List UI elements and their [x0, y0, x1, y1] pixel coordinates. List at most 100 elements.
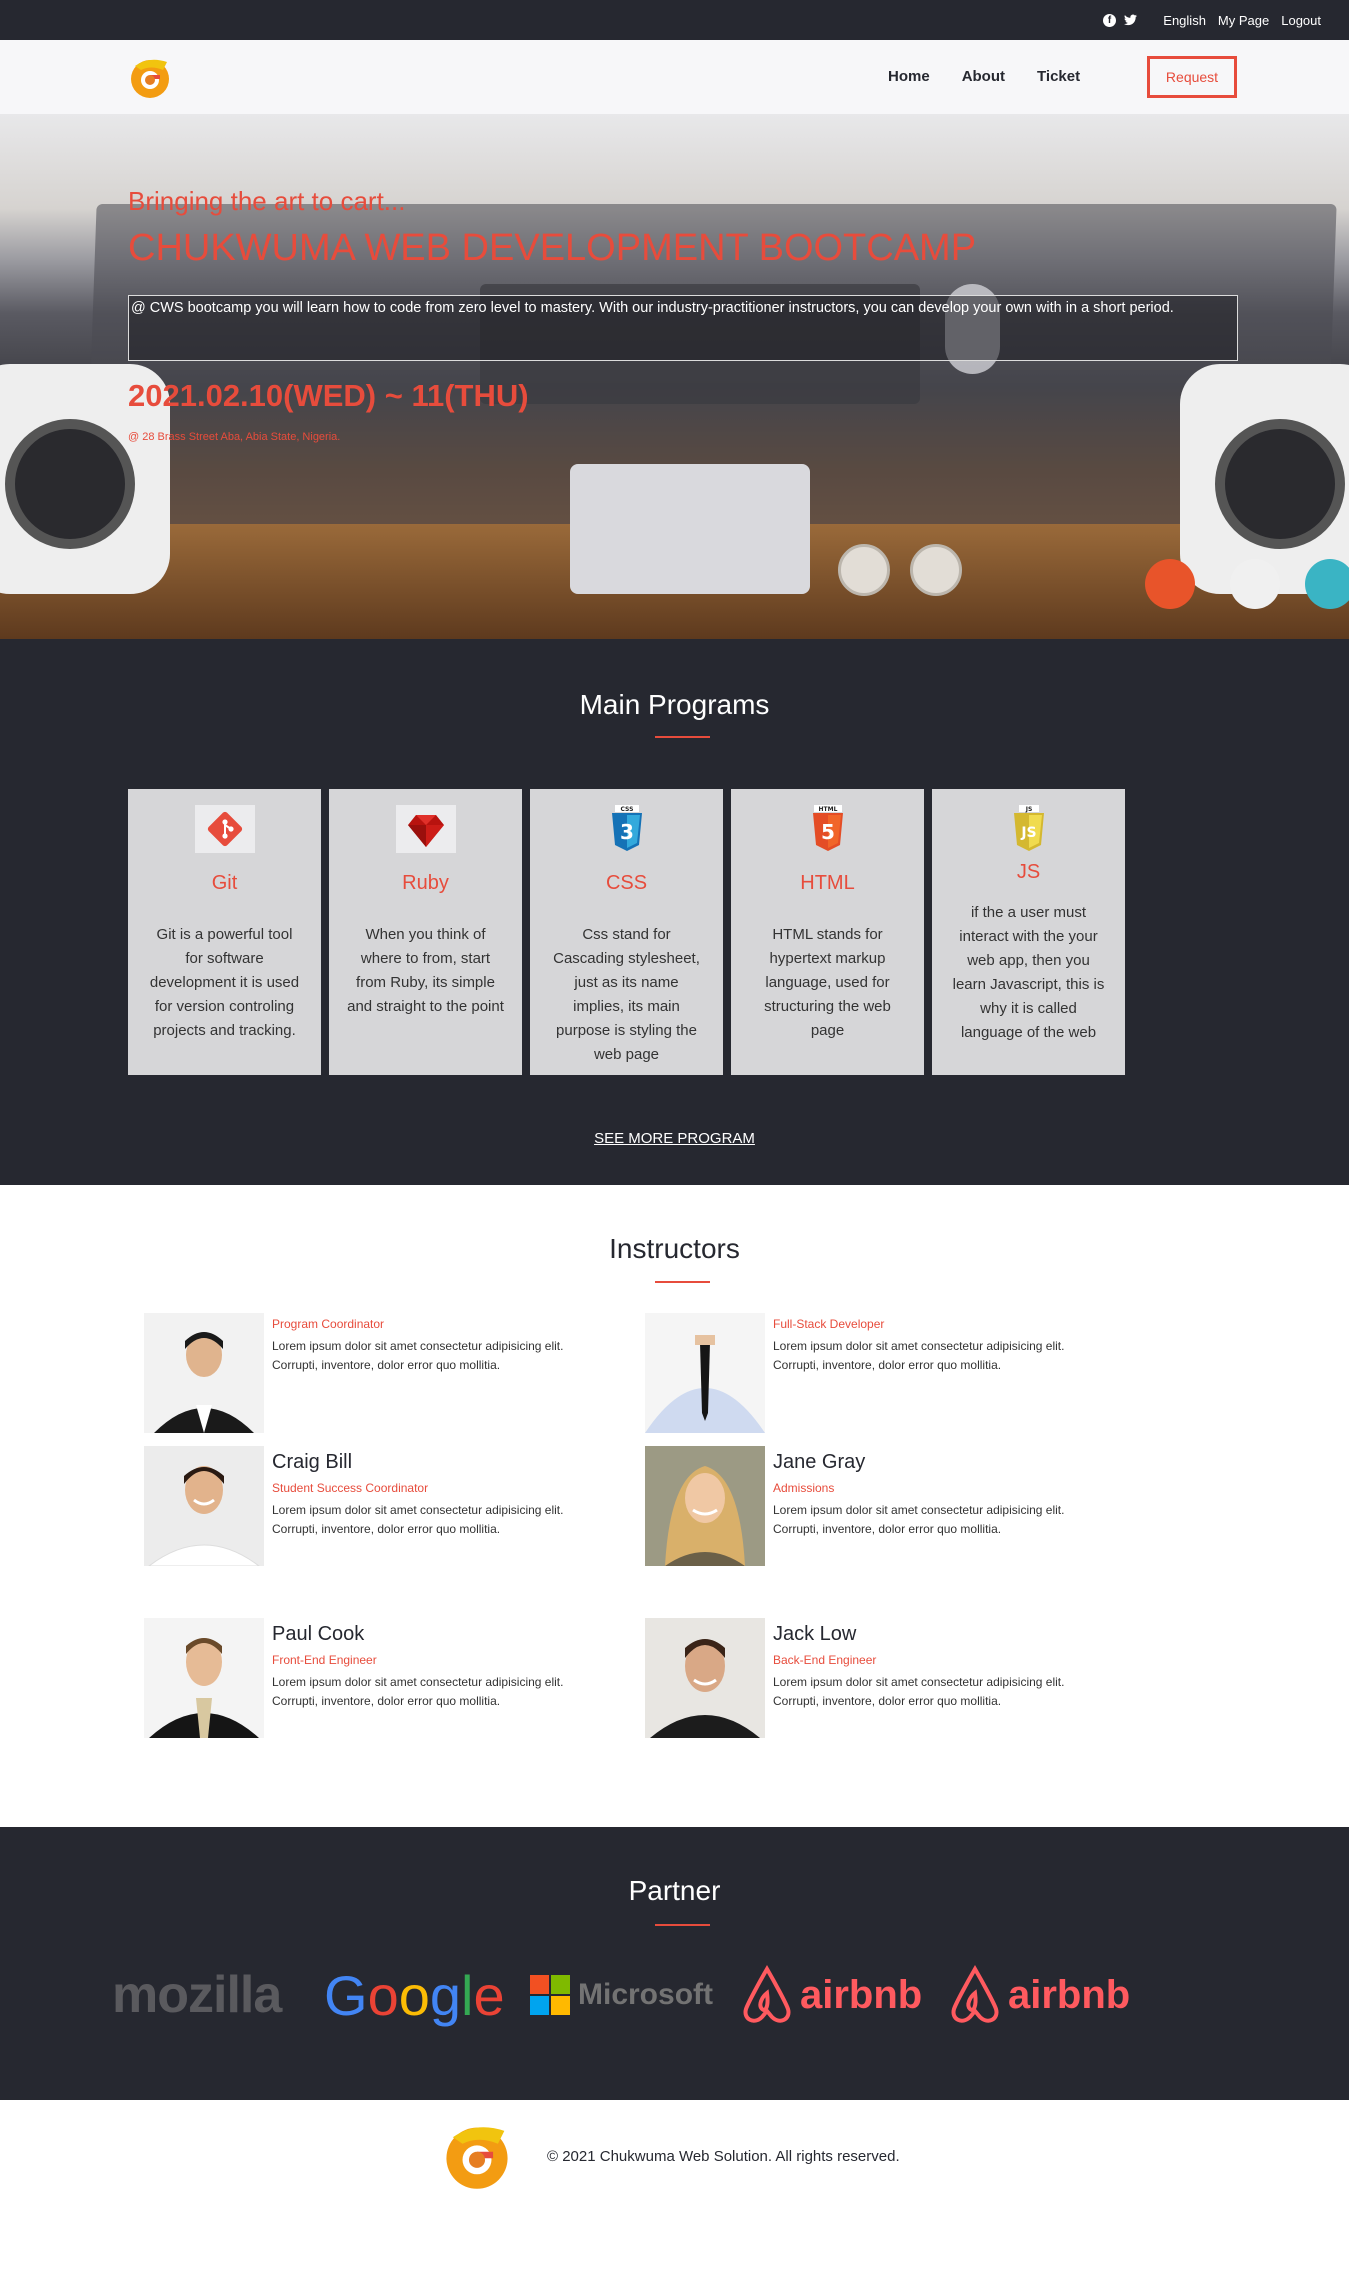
- instructor-role: Full-Stack Developer: [773, 1317, 885, 1331]
- svg-text:3: 3: [620, 820, 634, 844]
- copyright-text: © 2021 Chukwuma Web Solution. All rights…: [547, 2148, 900, 2165]
- instructor-card: Jack Low Back-End Engineer Lorem ipsum d…: [645, 1618, 1105, 1738]
- language-link[interactable]: English: [1163, 13, 1206, 28]
- instructor-name: Jane Gray: [773, 1451, 866, 1473]
- partner-section: Partner mozilla Google Microsoft airbnb …: [0, 1827, 1349, 2100]
- program-card-git[interactable]: Git Git is a powerful tool for software …: [128, 789, 321, 1075]
- program-description: HTML stands for hypertext markup languag…: [764, 926, 891, 1039]
- html-badge-text: HTML: [819, 806, 838, 813]
- see-more-program-link[interactable]: SEE MORE PROGRAM: [0, 1130, 1349, 1147]
- request-button[interactable]: Request: [1147, 56, 1237, 98]
- instructor-bio: Lorem ipsum dolor sit amet consectetur a…: [773, 1503, 1065, 1536]
- ruby-icon: [396, 805, 456, 853]
- js-badge-text: JS: [1025, 806, 1033, 813]
- instructor-role: Admissions: [773, 1481, 835, 1495]
- airbnb-icon: [951, 1965, 999, 2023]
- instructor-bio: Lorem ipsum dolor sit amet consectetur a…: [272, 1675, 564, 1708]
- partner-logos: mozilla Google Microsoft airbnb airbnb: [112, 1955, 1242, 2035]
- airbnb-logo: airbnb: [948, 1955, 1130, 2035]
- airbnb-icon: [743, 1965, 791, 2023]
- css-badge-text: CSS: [621, 806, 634, 813]
- instructor-name: Paul Cook: [272, 1623, 365, 1645]
- footer-logo[interactable]: [440, 2118, 514, 2192]
- program-name: Git: [211, 872, 238, 894]
- social-links: f: [1103, 14, 1137, 27]
- program-description: if the a user must interact with the you…: [952, 904, 1105, 1041]
- instructor-photo: [144, 1446, 264, 1566]
- program-card-ruby[interactable]: Ruby When you think of where to from, st…: [329, 789, 522, 1075]
- program-name: JS: [1016, 861, 1041, 883]
- nav-about[interactable]: About: [962, 68, 1005, 85]
- logout-link[interactable]: Logout: [1281, 13, 1321, 28]
- svg-text:JS: JS: [1020, 825, 1036, 841]
- hero-title: CHUKWUMA WEB DEVELOPMENT BOOTCAMP: [128, 227, 977, 269]
- instructor-card: Jane Gray Admissions Lorem ipsum dolor s…: [645, 1446, 1105, 1566]
- css3-icon: CSS 3: [597, 805, 657, 853]
- site-logo[interactable]: [127, 54, 173, 100]
- instructor-card: Paul Cook Front-End Engineer Lorem ipsum…: [144, 1618, 604, 1738]
- facebook-icon[interactable]: f: [1103, 14, 1116, 27]
- partner-title: Partner: [628, 1875, 721, 1906]
- airbnb-wordmark: airbnb: [800, 1972, 923, 2017]
- program-card-css[interactable]: CSS 3 CSS Css stand for Cascading stylesh…: [530, 789, 723, 1075]
- main-nav: Home About Ticket Request: [0, 40, 1349, 114]
- program-description: When you think of where to from, start f…: [347, 926, 504, 1015]
- instructor-role: Back-End Engineer: [773, 1653, 877, 1667]
- programs-title: Main Programs: [579, 689, 770, 720]
- program-name: Ruby: [402, 872, 449, 894]
- hero-stand-image: [570, 464, 810, 594]
- html5-icon: HTML 5: [798, 805, 858, 853]
- title-underline: [655, 1924, 710, 1926]
- instructor-name: Craig Bill: [272, 1451, 353, 1473]
- program-description: Git is a powerful tool for software deve…: [149, 926, 300, 1039]
- instructor-card: Program Coordinator Lorem ipsum dolor si…: [144, 1313, 604, 1433]
- nav-ticket[interactable]: Ticket: [1037, 68, 1080, 85]
- instructor-bio: Lorem ipsum dolor sit amet consectetur a…: [773, 1675, 1065, 1708]
- instructor-name: Jack Low: [773, 1623, 857, 1645]
- title-underline: [655, 736, 710, 738]
- git-icon: [195, 805, 255, 853]
- microsoft-wordmark: Microsoft: [578, 1978, 713, 2011]
- js-icon: JS JS: [999, 805, 1059, 853]
- program-cards: Git Git is a powerful tool for software …: [128, 789, 1125, 1075]
- instructor-photo: [144, 1313, 264, 1433]
- nav-home[interactable]: Home: [888, 68, 930, 85]
- program-card-js[interactable]: JS JS JS if the a user must interact with…: [932, 789, 1125, 1075]
- instructors-title: Instructors: [609, 1233, 740, 1264]
- top-bar: f English My Page Logout: [0, 0, 1349, 40]
- programs-section: Main Programs Git Git is a powerful tool…: [0, 639, 1349, 1185]
- nav-menu: Home About Ticket: [888, 68, 1112, 85]
- twitter-icon[interactable]: [1124, 14, 1137, 27]
- hero-coin: [910, 544, 962, 596]
- microsoft-icon: [530, 1975, 570, 2015]
- top-links: English My Page Logout: [1163, 13, 1321, 28]
- program-name: CSS: [605, 872, 648, 894]
- instructor-photo: [645, 1446, 765, 1566]
- program-card-html[interactable]: HTML 5 HTML HTML stands for hypertext mar…: [731, 789, 924, 1075]
- my-page-link[interactable]: My Page: [1218, 13, 1269, 28]
- instructor-photo: [144, 1618, 264, 1738]
- instructor-photo: [645, 1313, 765, 1433]
- hero-date: 2021.02.10(WED) ~ 11(THU): [128, 378, 529, 413]
- hero-toy: [1305, 559, 1349, 609]
- svg-text:5: 5: [821, 820, 835, 844]
- instructor-role: Front-End Engineer: [272, 1653, 377, 1667]
- microsoft-logo: Microsoft: [530, 1955, 713, 2035]
- hero-toy: [1145, 559, 1195, 609]
- hero-kicker: Bringing the art to cart...: [128, 186, 406, 216]
- instructor-card: Craig Bill Student Success Coordinator L…: [144, 1446, 604, 1566]
- hero-toy: [1230, 559, 1280, 609]
- program-description: Css stand for Cascading stylesheet, just…: [553, 926, 700, 1063]
- instructor-bio: Lorem ipsum dolor sit amet consectetur a…: [773, 1339, 1065, 1372]
- instructor-card: Full-Stack Developer Lorem ipsum dolor s…: [645, 1313, 1105, 1433]
- hero-coin: [838, 544, 890, 596]
- hero-address: @ 28 Brass Street Aba, Abia State, Niger…: [128, 431, 341, 443]
- footer: © 2021 Chukwuma Web Solution. All rights…: [0, 2100, 1349, 2275]
- program-name: HTML: [800, 872, 855, 894]
- hero-banner: Bringing the art to cart... CHUKWUMA WEB…: [0, 114, 1349, 639]
- instructors-section: Instructors Program Coordinator Lorem ip…: [0, 1185, 1349, 1827]
- instructor-bio: Lorem ipsum dolor sit amet consectetur a…: [272, 1503, 564, 1536]
- instructor-role: Student Success Coordinator: [272, 1481, 429, 1495]
- airbnb-wordmark: airbnb: [1008, 1972, 1131, 2017]
- instructor-role: Program Coordinator: [272, 1317, 385, 1331]
